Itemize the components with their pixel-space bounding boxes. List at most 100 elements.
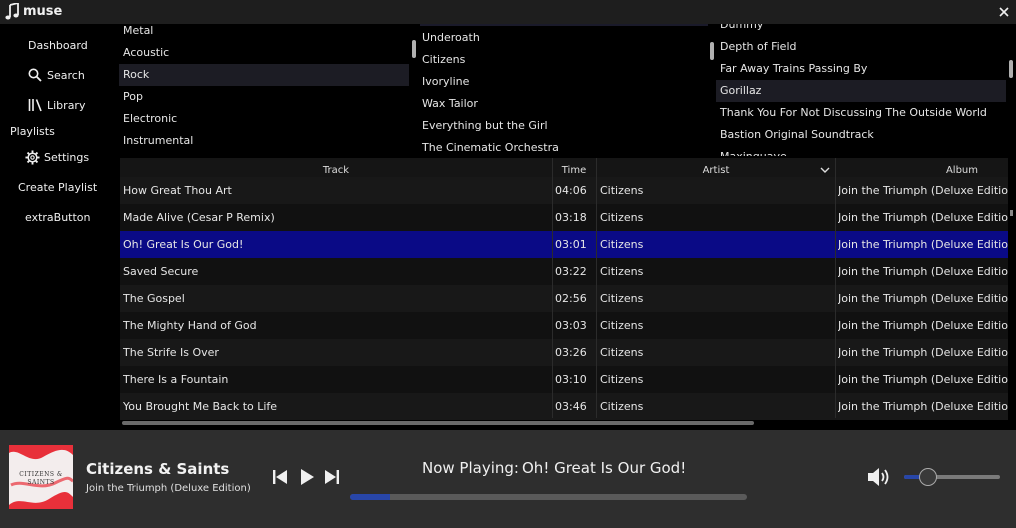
album-list-item[interactable]: Maxinquaye xyxy=(716,146,1006,156)
album-list-item[interactable]: Depth of Field xyxy=(716,36,1006,58)
genre-list-item[interactable]: Rock xyxy=(119,64,409,86)
create-playlist-button[interactable]: Create Playlist xyxy=(18,181,97,194)
sidebar-item-label: Settings xyxy=(44,151,90,164)
app-title: muse xyxy=(23,4,63,19)
cell-album: Join the Triumph (Deluxe Edition) xyxy=(838,238,1008,251)
cell-time: 03:46 xyxy=(555,400,587,413)
table-resize-handle[interactable] xyxy=(1010,210,1013,216)
artist-scrollbar[interactable] xyxy=(710,42,714,60)
cell-album: Join the Triumph (Deluxe Edition) xyxy=(838,373,1008,386)
sidebar-item-search[interactable]: Search xyxy=(28,68,98,84)
genre-list-item[interactable]: Pop xyxy=(119,86,409,108)
cell-time: 03:22 xyxy=(555,265,587,278)
album-cover-text: CITIZENS & SAINTS xyxy=(19,471,63,486)
sidebar-item-dashboard[interactable]: Dashboard xyxy=(28,39,88,52)
playlists-heading: Playlists xyxy=(10,125,55,138)
genre-scrollbar[interactable] xyxy=(412,40,416,58)
cell-artist: Citizens xyxy=(600,238,644,251)
sort-chevron-icon[interactable] xyxy=(820,167,830,174)
album-list-item[interactable]: Dummy xyxy=(716,24,1006,36)
cell-artist: Citizens xyxy=(600,211,644,224)
table-row[interactable]: Saved Secure 03:22 Citizens Join the Triump… xyxy=(120,258,1008,285)
artist-list-top-border xyxy=(420,24,708,26)
artist-list-item[interactable]: The Cinematic Orchestra xyxy=(418,137,708,156)
cell-album: Join the Triumph (Deluxe Edition) xyxy=(838,319,1008,332)
cell-album: Join the Triumph (Deluxe Edition) xyxy=(838,265,1008,278)
cell-artist: Citizens xyxy=(600,319,644,332)
next-icon[interactable] xyxy=(324,469,340,485)
artist-list-item[interactable]: Wax Tailor xyxy=(418,93,708,115)
album-scrollbar[interactable] xyxy=(1009,60,1013,78)
now-playing-artist: Citizens & Saints xyxy=(86,460,230,478)
artist-list-item[interactable]: Everything but the Girl xyxy=(418,115,708,137)
table-row[interactable]: Oh! Great Is Our God! 03:01 Citizens Join t… xyxy=(120,231,1008,258)
cell-time: 03:01 xyxy=(555,238,587,251)
gear-icon xyxy=(25,150,40,165)
cell-time: 03:18 xyxy=(555,211,587,224)
sidebar-item-settings[interactable]: Settings xyxy=(25,150,105,166)
table-row[interactable]: The Mighty Hand of God 03:03 Citizens Join … xyxy=(120,312,1008,339)
cell-track: The Mighty Hand of God xyxy=(123,319,257,332)
progress-bar[interactable] xyxy=(350,494,747,500)
volume-slider[interactable] xyxy=(904,468,1000,486)
cell-album: Join the Triumph (Deluxe Edition) xyxy=(838,292,1008,305)
horizontal-scrollbar[interactable] xyxy=(122,421,754,425)
cell-time: 03:10 xyxy=(555,373,587,386)
artist-list: Underoath Citizens Ivoryline Wax Tailor Ever… xyxy=(418,24,708,156)
play-icon[interactable] xyxy=(299,468,315,486)
genre-list-item[interactable]: Acoustic xyxy=(119,42,409,64)
now-playing-label: Now Playing: xyxy=(422,459,519,477)
cell-time: 03:03 xyxy=(555,319,587,332)
cell-track: You Brought Me Back to Life xyxy=(123,400,278,413)
table-row[interactable]: The Strife Is Over 03:26 Citizens Join the … xyxy=(120,339,1008,366)
cell-time: 03:26 xyxy=(555,346,587,359)
cell-track: How Great Thou Art xyxy=(123,184,232,197)
volume-handle[interactable] xyxy=(919,468,937,486)
music-note-icon xyxy=(5,3,19,20)
album-list-item[interactable]: Bastion Original Soundtrack xyxy=(716,124,1006,146)
sidebar-item-library[interactable]: Library xyxy=(28,98,98,114)
cell-artist: Citizens xyxy=(600,265,644,278)
cell-album: Join the Triumph (Deluxe Edition) xyxy=(838,400,1008,413)
cell-album: Join the Triumph (Deluxe Edition) xyxy=(838,184,1008,197)
sidebar: Dashboard Search Library Playlists Setti… xyxy=(0,24,118,430)
volume-icon[interactable] xyxy=(866,466,892,488)
genre-list-item[interactable]: Metal xyxy=(119,24,409,42)
cell-track: Made Alive (Cesar P Remix) xyxy=(123,211,275,224)
sidebar-item-label: Library xyxy=(47,99,86,112)
table-row[interactable]: There Is a Fountain 03:10 Citizens Join the… xyxy=(120,366,1008,393)
artist-list-item[interactable]: Citizens xyxy=(418,49,708,71)
album-cover: CITIZENS & SAINTS xyxy=(9,445,73,509)
library-icon xyxy=(28,99,42,112)
genre-list-item[interactable]: Instrumental xyxy=(119,130,409,152)
cell-time: 02:56 xyxy=(555,292,587,305)
artist-list-item[interactable]: Underoath xyxy=(418,27,708,49)
table-row[interactable]: You Brought Me Back to Life 03:46 Citizens… xyxy=(120,393,1008,420)
cell-track: The Gospel xyxy=(123,292,185,305)
cell-album: Join the Triumph (Deluxe Edition) xyxy=(838,211,1008,224)
column-divider xyxy=(552,158,553,418)
genre-list: Metal Acoustic Rock Pop Electronic Instrument… xyxy=(119,24,409,156)
artist-list-item[interactable]: Ivoryline xyxy=(418,71,708,93)
album-list-item[interactable]: Gorillaz xyxy=(716,80,1006,102)
table-row[interactable]: How Great Thou Art 04:06 Citizens Join the … xyxy=(120,177,1008,204)
player-bar: CITIZENS & SAINTS Citizens & Saints Join… xyxy=(0,430,1016,528)
cell-track: There Is a Fountain xyxy=(123,373,229,386)
cell-track: Oh! Great Is Our God! xyxy=(123,238,244,251)
cell-track: Saved Secure xyxy=(123,265,199,278)
genre-list-item[interactable]: Electronic xyxy=(119,108,409,130)
previous-icon[interactable] xyxy=(272,469,288,485)
progress-fill xyxy=(350,494,390,500)
album-list-item[interactable]: Far Away Trains Passing By xyxy=(716,58,1006,80)
track-table: Track Time Artist Album How Great Thou A… xyxy=(120,158,1008,420)
close-icon[interactable] xyxy=(996,4,1012,20)
cell-artist: Citizens xyxy=(600,292,644,305)
table-row[interactable]: Made Alive (Cesar P Remix) 03:18 Citizens J… xyxy=(120,204,1008,231)
column-divider xyxy=(835,158,836,418)
search-icon xyxy=(28,68,42,82)
now-playing-album: Join the Triumph (Deluxe Edition) xyxy=(86,483,251,494)
extra-button[interactable]: extraButton xyxy=(25,211,91,224)
table-row[interactable]: The Gospel 02:56 Citizens Join the Triumph … xyxy=(120,285,1008,312)
album-list-item[interactable]: Thank You For Not Discussing The Outside… xyxy=(716,102,1006,124)
cell-time: 04:06 xyxy=(555,184,587,197)
